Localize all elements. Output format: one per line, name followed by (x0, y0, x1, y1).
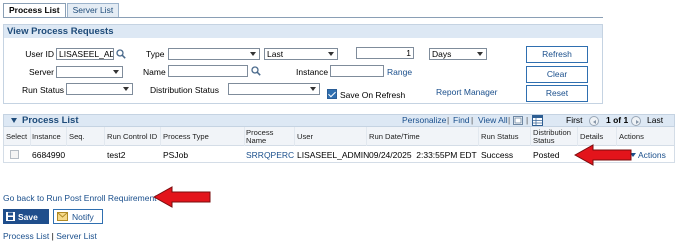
last-label: Last (647, 115, 664, 125)
search-icon[interactable] (251, 66, 261, 76)
nav-first-icon[interactable] (589, 116, 599, 126)
nav-next-icon[interactable] (631, 116, 641, 126)
separator: | (508, 115, 511, 125)
run-status-select[interactable] (66, 83, 133, 95)
notify-mail-icon (57, 212, 68, 221)
col-user[interactable]: User (297, 127, 313, 146)
red-arrow-icon (574, 144, 632, 166)
user-id-label: User ID (25, 49, 54, 59)
actions-label: Actions (638, 149, 666, 160)
separator: | (526, 115, 529, 125)
distribution-status-label: Distribution Status (150, 85, 219, 95)
save-label: Save (18, 211, 38, 222)
find-link[interactable]: Find (453, 114, 470, 127)
instance-label: Instance (296, 67, 329, 77)
save-button[interactable]: Save (3, 209, 49, 224)
cell-process-type: PSJob (163, 149, 189, 160)
personalize-link[interactable]: Personalize (402, 114, 446, 127)
col-run-control-id[interactable]: Run Control ID (107, 127, 157, 146)
run-status-label: Run Status (22, 85, 65, 95)
separator: | (447, 115, 450, 125)
row-range: 1 of 1 (606, 115, 629, 125)
first-label: First (566, 115, 583, 125)
page-tabs: Process List Server List (3, 3, 120, 17)
zoom-icon[interactable] (513, 116, 523, 125)
tab-server-list[interactable]: Server List (66, 3, 120, 17)
cell-distribution-status: Posted (533, 149, 560, 160)
col-instance[interactable]: Instance (32, 127, 61, 146)
col-distribution-status[interactable]: Distribution Status (533, 127, 577, 146)
type-select[interactable] (168, 48, 260, 60)
actions-menu-link[interactable]: Actions (630, 146, 666, 163)
view-all-link[interactable]: View All (478, 114, 508, 127)
tab-divider (3, 17, 603, 18)
tab-process-list[interactable]: Process List (3, 3, 66, 17)
server-select[interactable] (56, 66, 123, 78)
col-run-datetime[interactable]: Run Date/Time (369, 127, 420, 146)
grid-icon[interactable] (532, 115, 543, 126)
footer-process-list-link[interactable]: Process List (3, 231, 49, 241)
name-label: Name (143, 67, 166, 77)
user-id-input[interactable]: LISASEEL_ADI (56, 48, 114, 60)
footer-separator: | (51, 231, 54, 241)
col-select: Select (6, 131, 28, 141)
save-disk-icon (6, 212, 15, 221)
col-run-status[interactable]: Run Status (481, 127, 519, 146)
name-input[interactable] (168, 65, 248, 77)
collapse-triangle-icon[interactable] (11, 118, 17, 123)
footer-server-list-link[interactable]: Server List (56, 231, 97, 241)
distribution-status-select[interactable] (228, 83, 320, 95)
row-select-checkbox[interactable] (10, 150, 19, 159)
save-on-refresh-checkbox[interactable] (327, 89, 337, 99)
cell-run-datetime: 09/24/2025 2:33:55PM EDT (369, 149, 477, 160)
cell-user: LISASEEL_ADMIN (297, 149, 370, 160)
clear-button[interactable]: Clear (526, 66, 588, 83)
save-on-refresh-label: Save On Refresh (340, 90, 406, 100)
report-manager-link[interactable]: Report Manager (436, 87, 497, 97)
last-count-input[interactable]: 1 (356, 47, 414, 59)
instance-input[interactable] (330, 65, 384, 77)
type-label: Type (146, 49, 165, 59)
range-link[interactable]: Range (387, 67, 412, 77)
refresh-button[interactable]: Refresh (526, 46, 588, 63)
days-select[interactable]: Days (429, 48, 487, 60)
go-back-link[interactable]: Go back to Run Post Enroll Requirement (3, 193, 157, 203)
last-select[interactable]: Last (264, 48, 338, 60)
col-process-name[interactable]: Process Name (246, 127, 276, 146)
notify-label: Notify (72, 211, 94, 222)
cell-process-name-link[interactable]: SRRQPERC (246, 146, 294, 163)
cell-run-control-id: test2 (107, 149, 126, 160)
cell-instance: 6684990 (32, 149, 66, 160)
criteria-title: View Process Requests (4, 25, 602, 38)
red-arrow-icon (153, 186, 211, 208)
reset-button[interactable]: Reset (526, 85, 588, 102)
process-list-title: Process List (22, 115, 79, 126)
notify-button[interactable]: Notify (53, 209, 103, 224)
cell-run-status: Success (481, 149, 514, 160)
col-process-type[interactable]: Process Type (163, 127, 209, 146)
search-icon[interactable] (116, 49, 126, 59)
col-seq[interactable]: Seq. (69, 127, 85, 146)
server-label: Server (28, 67, 54, 77)
separator: | (471, 115, 474, 125)
footer-links: Process List | Server List (3, 231, 97, 241)
